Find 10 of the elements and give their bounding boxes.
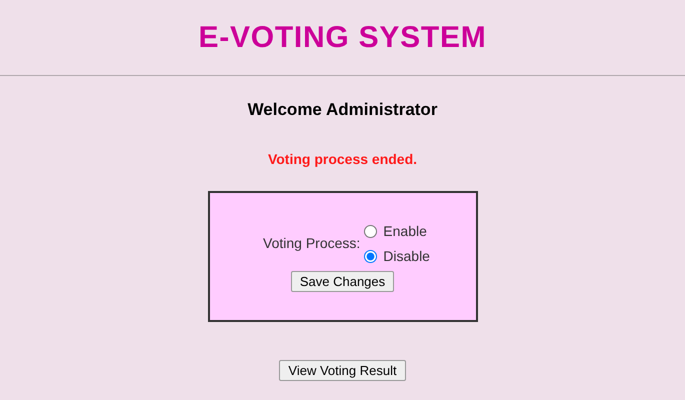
welcome-heading: Welcome Administrator <box>248 99 438 121</box>
option-label: Enable <box>383 222 427 240</box>
save-button[interactable]: Save Changes <box>290 270 394 292</box>
page-title: E-VOTING SYSTEM <box>198 20 486 56</box>
status-message: Voting process ended. <box>268 150 418 169</box>
setting-label: Voting Process: <box>263 234 360 253</box>
view-result-button[interactable]: View Voting Result <box>279 360 406 380</box>
radio-button[interactable] <box>364 224 378 238</box>
option-label: Disable <box>383 246 430 266</box>
radio-button[interactable] <box>364 250 378 262</box>
